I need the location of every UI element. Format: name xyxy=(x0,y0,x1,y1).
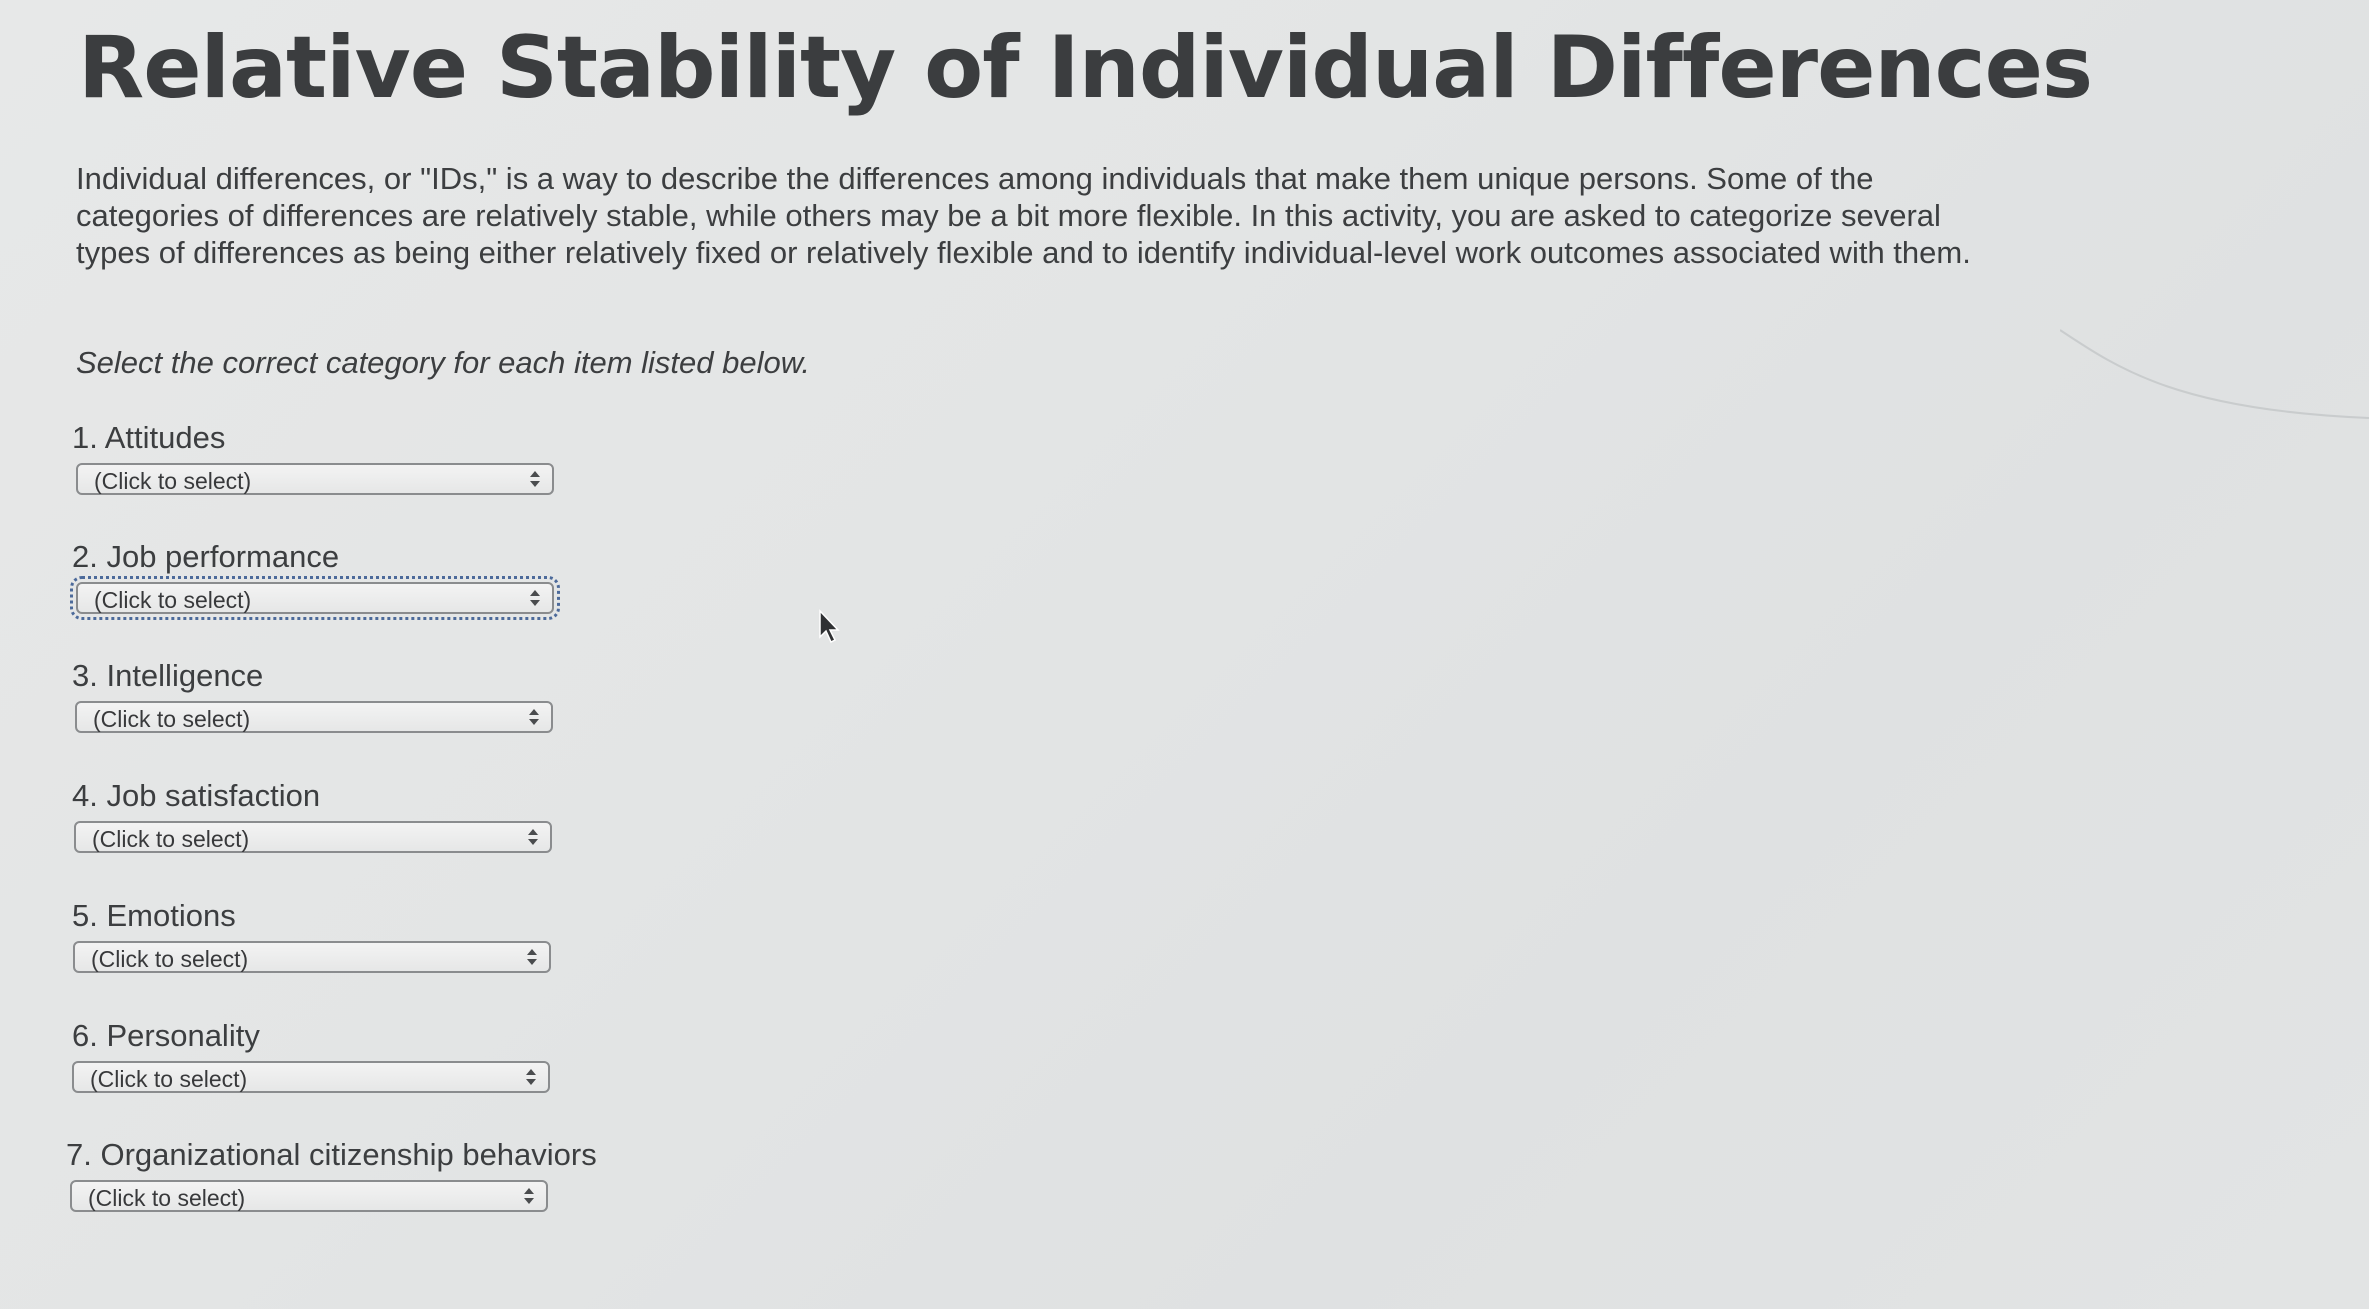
category-select-emotions[interactable]: (Click to select) xyxy=(73,941,551,973)
up-down-arrows-icon xyxy=(528,467,542,491)
item-label: 3. Intelligence xyxy=(72,658,264,693)
item-emotions: 5. Emotions (Click to select) xyxy=(66,898,551,973)
select-value: (Click to select) xyxy=(93,706,251,732)
category-select-job-satisfaction[interactable]: (Click to select) xyxy=(74,821,552,853)
category-select-personality[interactable]: (Click to select) xyxy=(72,1061,550,1093)
item-label: 1. Attitudes xyxy=(72,420,226,455)
category-select-job-performance[interactable]: (Click to select) xyxy=(70,576,560,620)
item-label: 7. Organizational citizenship behaviors xyxy=(66,1137,597,1172)
mouse-pointer-icon xyxy=(818,609,842,645)
item-label: 5. Emotions xyxy=(72,898,236,933)
up-down-arrows-icon xyxy=(522,1184,536,1208)
item-personality: 6. Personality (Click to select) xyxy=(66,1018,550,1093)
item-job-satisfaction: 4. Job satisfaction (Click to select) xyxy=(66,778,552,853)
select-value: (Click to select) xyxy=(92,826,250,852)
background-curve xyxy=(2060,329,2369,419)
item-intelligence: 3. Intelligence (Click to select) xyxy=(66,658,553,733)
item-label: 4. Job satisfaction xyxy=(72,778,321,813)
category-select-attitudes[interactable]: (Click to select) xyxy=(76,463,554,495)
up-down-arrows-icon xyxy=(525,945,539,969)
up-down-arrows-icon xyxy=(528,586,542,610)
select-value: (Click to select) xyxy=(91,946,249,972)
category-select-organizational-citizenship-behaviors[interactable]: (Click to select) xyxy=(70,1180,548,1212)
up-down-arrows-icon xyxy=(524,1065,538,1089)
select-value: (Click to select) xyxy=(90,1066,248,1092)
intro-paragraph: Individual differences, or "IDs," is a w… xyxy=(76,161,1971,270)
select-value: (Click to select) xyxy=(94,587,252,613)
instruction-text: Select the correct category for each ite… xyxy=(76,345,811,380)
select-value: (Click to select) xyxy=(94,468,252,494)
item-attitudes: 1. Attitudes (Click to select) xyxy=(66,420,554,495)
item-label: 6. Personality xyxy=(72,1018,260,1053)
item-job-performance: 2. Job performance (Click to select) xyxy=(66,539,560,620)
page-title: Relative Stability of Individual Differe… xyxy=(78,18,2093,118)
item-organizational-citizenship-behaviors: 7. Organizational citizenship behaviors … xyxy=(66,1137,597,1212)
select-value: (Click to select) xyxy=(88,1185,246,1211)
up-down-arrows-icon xyxy=(526,825,540,849)
category-select-intelligence[interactable]: (Click to select) xyxy=(75,701,553,733)
item-label: 2. Job performance xyxy=(72,539,340,574)
activity-page: Relative Stability of Individual Differe… xyxy=(0,0,2369,1309)
up-down-arrows-icon xyxy=(527,705,541,729)
